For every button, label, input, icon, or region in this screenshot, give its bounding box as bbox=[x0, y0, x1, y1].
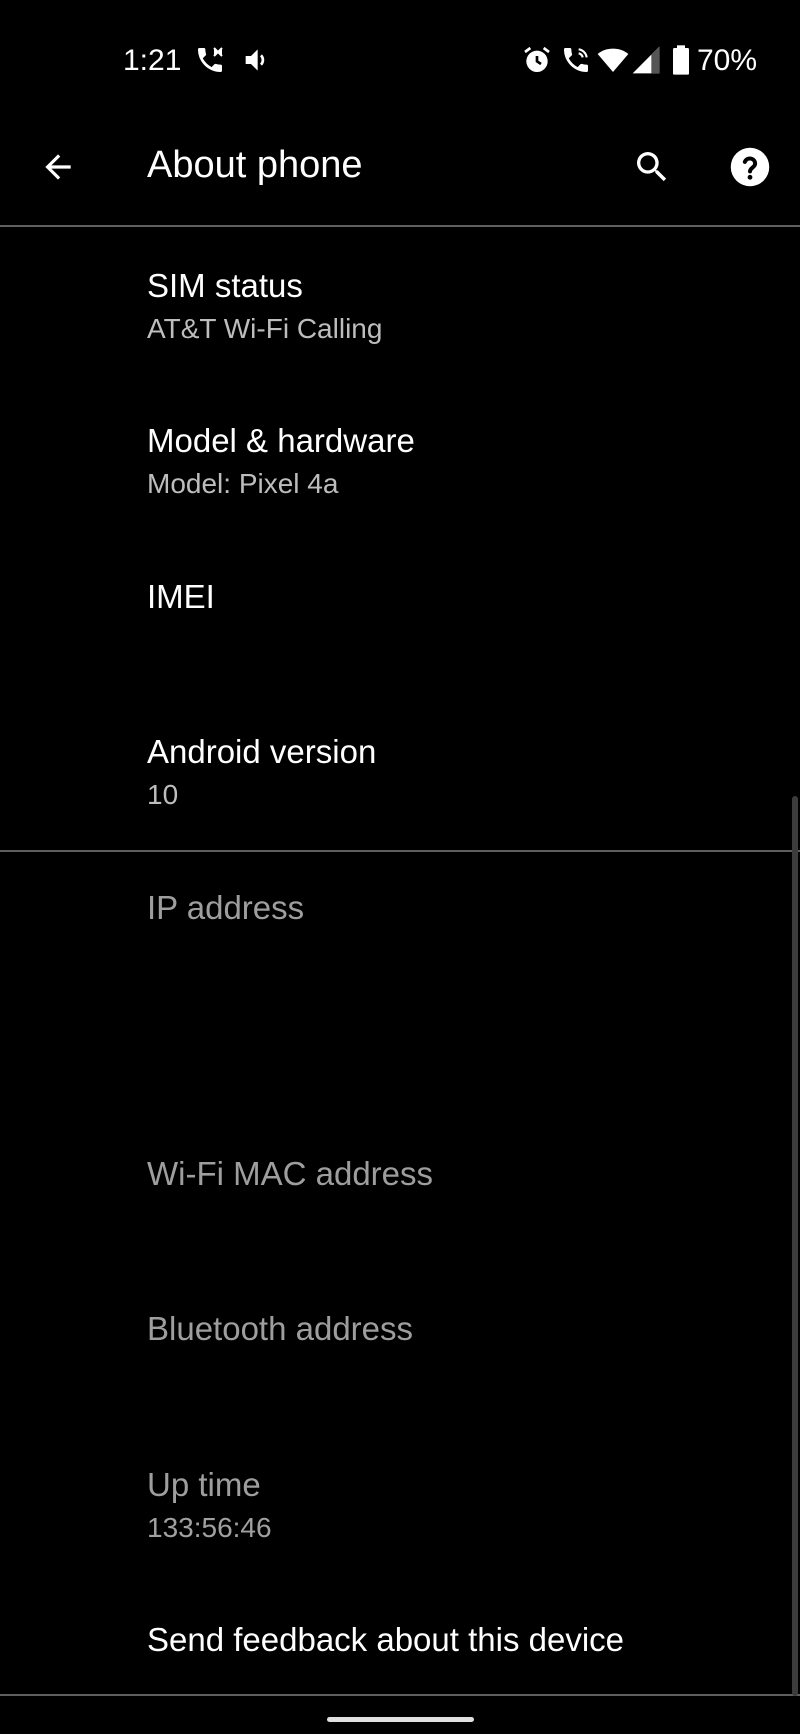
alarm-icon bbox=[521, 44, 553, 76]
gesture-nav-handle[interactable] bbox=[327, 1717, 474, 1722]
page-title: About phone bbox=[147, 144, 363, 186]
pref-summary: Model: Pixel 4a bbox=[147, 468, 339, 499]
bottom-divider bbox=[0, 1694, 800, 1696]
pref-title: Bluetooth address bbox=[147, 1310, 414, 1347]
scrollbar[interactable] bbox=[792, 796, 798, 1696]
wifi-calling-icon bbox=[560, 44, 592, 76]
pref-summary: AT&T Wi-Fi Calling bbox=[147, 313, 383, 344]
pref-title: IMEI bbox=[147, 578, 215, 615]
bluetooth-address-item: Bluetooth address bbox=[0, 1270, 790, 1426]
back-button[interactable] bbox=[26, 135, 90, 199]
help-icon bbox=[730, 147, 770, 187]
android-version-item[interactable]: Android version 10 bbox=[0, 692, 790, 850]
sim-status-item[interactable]: SIM status AT&T Wi-Fi Calling bbox=[0, 226, 790, 381]
status-time: 1:21 bbox=[123, 44, 182, 77]
search-icon bbox=[637, 152, 667, 182]
search-button[interactable] bbox=[620, 135, 684, 199]
pref-title: Model & hardware bbox=[147, 422, 415, 459]
wifi-mac-address-item: Wi-Fi MAC address bbox=[0, 1114, 790, 1270]
ip-address-item: IP address bbox=[0, 852, 790, 1114]
imei-item[interactable]: IMEI bbox=[0, 536, 790, 692]
arrow-back-icon bbox=[45, 154, 71, 180]
cell-signal-icon bbox=[630, 44, 662, 76]
app-bar: About phone bbox=[0, 120, 800, 226]
help-button[interactable] bbox=[718, 135, 782, 199]
pref-title: Android version bbox=[147, 733, 377, 770]
battery-percent: 70% bbox=[697, 44, 758, 77]
wifi-icon bbox=[597, 44, 629, 76]
call-active-icon bbox=[194, 44, 226, 76]
pref-title: SIM status bbox=[147, 267, 303, 304]
pref-summary: 10 bbox=[147, 779, 179, 810]
pref-title: Up time bbox=[147, 1466, 261, 1503]
model-hardware-item[interactable]: Model & hardware Model: Pixel 4a bbox=[0, 381, 790, 536]
pref-title: IP address bbox=[147, 889, 305, 926]
pref-summary: 133:56:46 bbox=[147, 1512, 272, 1543]
up-time-item: Up time 133:56:46 bbox=[0, 1426, 790, 1580]
status-bar: 1:21 70% bbox=[0, 0, 800, 120]
pref-title: Wi-Fi MAC address bbox=[147, 1155, 434, 1192]
send-feedback-item[interactable]: Send feedback about this device bbox=[0, 1580, 790, 1694]
battery-icon bbox=[670, 44, 692, 76]
volume-icon bbox=[239, 44, 271, 76]
pref-title: Send feedback about this device bbox=[147, 1621, 625, 1658]
